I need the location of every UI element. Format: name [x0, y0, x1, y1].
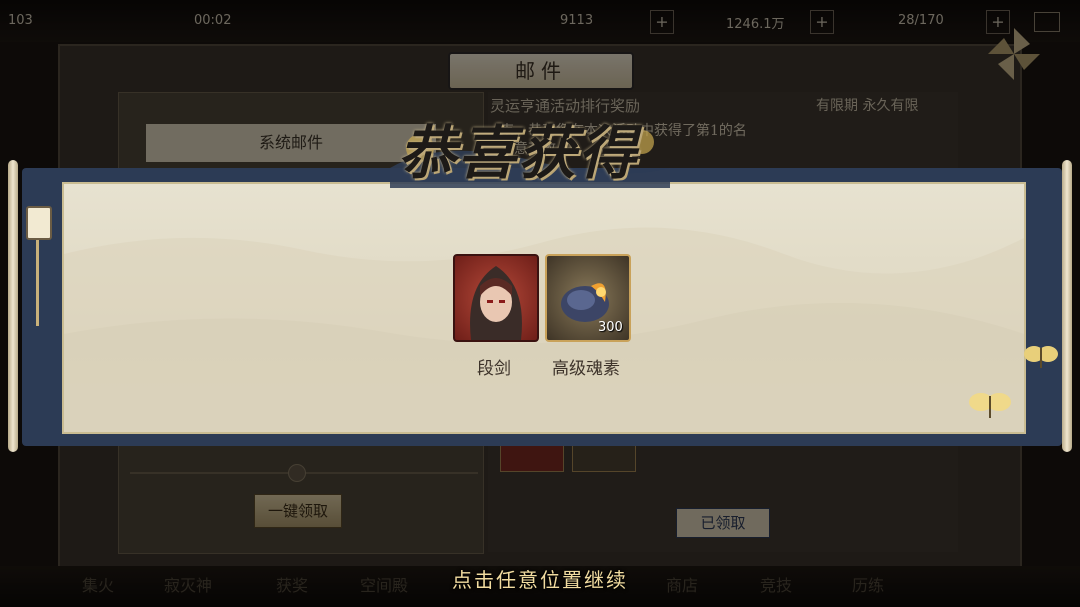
- mountain-wash-decoration: [64, 227, 1024, 432]
- tap-to-continue-hint: 点击任意位置继续: [452, 568, 628, 592]
- hooded-character-portrait-icon: [470, 266, 522, 340]
- butterfly-icon: [969, 393, 1011, 418]
- scroll-roller-right: [1062, 160, 1072, 452]
- lantern-tassel: [36, 240, 39, 326]
- reward-item-slot[interactable]: [453, 254, 539, 342]
- lantern-icon: [26, 206, 52, 240]
- reward-item-name: 段剑: [477, 359, 511, 379]
- butterfly-icon: [1024, 346, 1058, 368]
- reward-scroll-paper: [62, 182, 1026, 434]
- reward-title: 恭喜获得: [398, 119, 639, 187]
- scroll-roller-left: [8, 160, 18, 452]
- item-quantity: 300: [598, 320, 623, 335]
- reward-item-name: 高级魂素: [552, 359, 620, 379]
